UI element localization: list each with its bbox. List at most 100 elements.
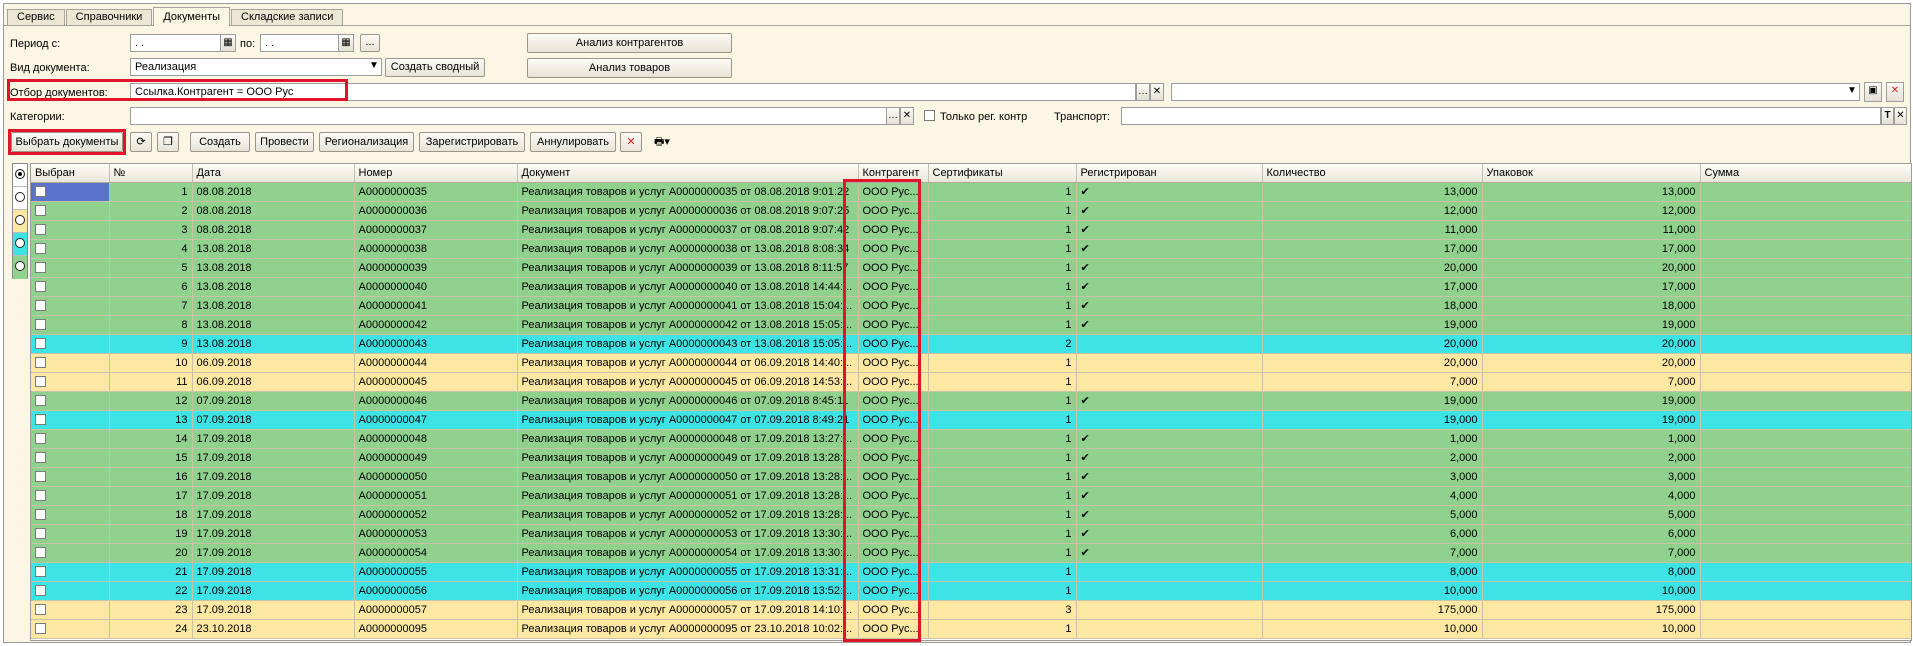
row-checkbox[interactable]: [35, 566, 46, 578]
analysis-goods-button[interactable]: Анализ товаров: [527, 58, 732, 78]
table-row[interactable]: 17 17.09.2018 А0000000051 Реализация товаро…: [31, 486, 1911, 506]
table-row[interactable]: 12 07.09.2018 А0000000046 Реализация товаро…: [31, 391, 1911, 411]
row-checkbox[interactable]: [35, 604, 46, 616]
transport-clear-icon[interactable]: ✕: [1894, 107, 1907, 125]
tab-documents[interactable]: Документы: [153, 7, 231, 26]
calendar-to-icon[interactable]: ▦: [338, 34, 354, 52]
row-checkbox[interactable]: [35, 490, 46, 502]
col-date[interactable]: Дата: [192, 164, 355, 183]
table-row[interactable]: 8 13.08.2018 А0000000042 Реализация товаров…: [31, 315, 1911, 335]
legend-item[interactable]: [13, 210, 27, 233]
doctype-select[interactable]: Реализация: [130, 58, 382, 76]
selection-more-button[interactable]: …: [1136, 83, 1150, 101]
row-selected-cell[interactable]: [31, 581, 110, 601]
table-row[interactable]: 2 08.08.2018 А0000000036 Реализация товаров…: [31, 201, 1911, 221]
refresh-icon[interactable]: ⟳: [130, 132, 152, 152]
row-selected-cell[interactable]: [31, 448, 110, 468]
row-selected-cell[interactable]: [31, 182, 110, 202]
table-row[interactable]: 20 17.09.2018 А0000000054 Реализация товаро…: [31, 543, 1911, 563]
select-documents-button[interactable]: Выбрать документы: [11, 132, 123, 152]
table-row[interactable]: 22 17.09.2018 А0000000056 Реализация товаро…: [31, 581, 1911, 601]
copy-icon[interactable]: ❐: [157, 132, 179, 152]
table-row[interactable]: 19 17.09.2018 А0000000053 Реализация товаро…: [31, 524, 1911, 544]
row-selected-cell[interactable]: [31, 296, 110, 316]
table-row[interactable]: 18 17.09.2018 А0000000052 Реализация товаро…: [31, 505, 1911, 525]
chevron-down-icon[interactable]: ▼: [1844, 83, 1860, 101]
row-selected-cell[interactable]: [31, 334, 110, 354]
legend-item[interactable]: [13, 164, 27, 187]
row-selected-cell[interactable]: [31, 600, 110, 620]
col-contractor[interactable]: Контрагент: [858, 164, 929, 183]
table-row[interactable]: 14 17.09.2018 А0000000048 Реализация товаро…: [31, 429, 1911, 449]
row-checkbox[interactable]: [35, 281, 46, 293]
table-row[interactable]: 5 13.08.2018 А0000000039 Реализация товаров…: [31, 258, 1911, 278]
tab-service[interactable]: Сервис: [7, 9, 65, 26]
row-selected-cell[interactable]: [31, 429, 110, 449]
row-checkbox[interactable]: [35, 243, 46, 255]
delete-icon[interactable]: ✕: [1886, 82, 1904, 102]
row-checkbox[interactable]: [35, 414, 46, 426]
row-checkbox[interactable]: [35, 319, 46, 331]
legend-item[interactable]: [13, 256, 27, 279]
row-checkbox[interactable]: [35, 395, 46, 407]
cancel-icon[interactable]: ✕: [620, 132, 642, 152]
row-checkbox[interactable]: [35, 300, 46, 312]
table-row[interactable]: 21 17.09.2018 А0000000055 Реализация товаро…: [31, 562, 1911, 582]
col-packages[interactable]: Упаковок: [1482, 164, 1701, 183]
row-checkbox[interactable]: [35, 205, 46, 217]
printer-icon[interactable]: 🖶▾: [654, 135, 670, 149]
row-selected-cell[interactable]: [31, 258, 110, 278]
row-checkbox[interactable]: [35, 623, 46, 635]
save-icon[interactable]: ▣: [1864, 82, 1882, 102]
table-row[interactable]: 11 06.09.2018 А0000000045 Реализация товаро…: [31, 372, 1911, 392]
col-selected[interactable]: Выбран: [31, 164, 110, 183]
col-quantity[interactable]: Количество: [1262, 164, 1483, 183]
register-button[interactable]: Зарегистрировать: [419, 132, 525, 152]
selection-clear-icon[interactable]: ✕: [1150, 83, 1164, 101]
row-checkbox[interactable]: [35, 471, 46, 483]
row-checkbox[interactable]: [35, 224, 46, 236]
row-checkbox[interactable]: [35, 433, 46, 445]
tab-warehouse-records[interactable]: Складские записи: [231, 9, 344, 26]
analysis-contractors-button[interactable]: Анализ контрагентов: [527, 33, 732, 53]
legend-item[interactable]: [13, 233, 27, 256]
row-checkbox[interactable]: [35, 357, 46, 369]
row-selected-cell[interactable]: [31, 220, 110, 240]
table-row[interactable]: 16 17.09.2018 А0000000050 Реализация товаро…: [31, 467, 1911, 487]
row-selected-cell[interactable]: [31, 467, 110, 487]
table-row[interactable]: 1 08.08.2018 А0000000035 Реализация товаров…: [31, 182, 1911, 202]
chevron-down-icon[interactable]: ▼: [366, 58, 382, 76]
row-checkbox[interactable]: [35, 338, 46, 350]
row-checkbox[interactable]: [35, 452, 46, 464]
row-selected-cell[interactable]: [31, 391, 110, 411]
row-selected-cell[interactable]: [31, 486, 110, 506]
period-more-button[interactable]: ...: [360, 34, 380, 52]
table-row[interactable]: 4 13.08.2018 А0000000038 Реализация товаров…: [31, 239, 1911, 259]
col-sum[interactable]: Сумма: [1700, 164, 1911, 183]
create-button[interactable]: Создать: [190, 132, 250, 152]
table-row[interactable]: 24 23.10.2018 А0000000095 Реализация товаро…: [31, 619, 1911, 639]
row-selected-cell[interactable]: [31, 201, 110, 221]
row-selected-cell[interactable]: [31, 353, 110, 373]
col-number[interactable]: №: [109, 164, 193, 183]
row-checkbox[interactable]: [35, 509, 46, 521]
row-selected-cell[interactable]: [31, 524, 110, 544]
row-selected-cell[interactable]: [31, 543, 110, 563]
selection-extra-input[interactable]: [1171, 83, 1860, 101]
categories-input[interactable]: [130, 107, 900, 125]
categories-more-button[interactable]: …: [886, 107, 900, 125]
table-row[interactable]: 7 13.08.2018 А0000000041 Реализация товаров…: [31, 296, 1911, 316]
table-row[interactable]: 15 17.09.2018 А0000000049 Реализация товаро…: [31, 448, 1911, 468]
table-row[interactable]: 9 13.08.2018 А0000000043 Реализация товаров…: [31, 334, 1911, 354]
only-reg-checkbox[interactable]: [924, 110, 935, 121]
col-document[interactable]: Документ: [517, 164, 859, 183]
table-row[interactable]: 3 08.08.2018 А0000000037 Реализация товаров…: [31, 220, 1911, 240]
row-selected-cell[interactable]: [31, 315, 110, 335]
row-selected-cell[interactable]: [31, 239, 110, 259]
row-checkbox[interactable]: [35, 547, 46, 559]
legend-item[interactable]: [13, 187, 27, 210]
post-button[interactable]: Провести: [255, 132, 314, 152]
table-row[interactable]: 6 13.08.2018 А0000000040 Реализация товаров…: [31, 277, 1911, 297]
regionalize-button[interactable]: Регионализация: [319, 132, 414, 152]
table-row[interactable]: 13 07.09.2018 А0000000047 Реализация товаро…: [31, 410, 1911, 430]
